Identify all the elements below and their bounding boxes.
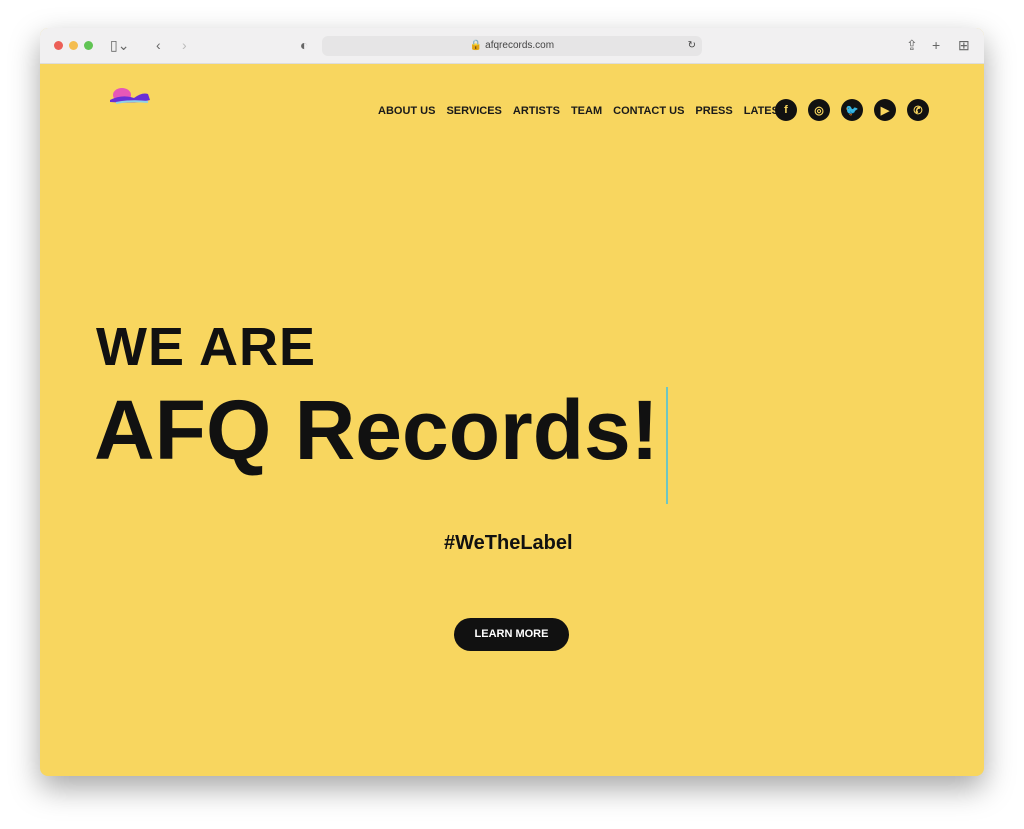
forward-icon[interactable]: › xyxy=(182,37,187,53)
instagram-icon[interactable]: ◎ xyxy=(808,99,830,121)
social-links: f ◎ 🐦 ▶ ✆ xyxy=(775,99,929,121)
reload-icon[interactable]: ↻ xyxy=(688,36,696,56)
address-bar[interactable]: 🔒 afqrecords.com ↻ xyxy=(322,36,702,56)
hero-tagline: #WeTheLabel xyxy=(444,532,573,554)
nav-services[interactable]: SERVICES xyxy=(446,105,501,117)
learn-more-button[interactable]: LEARN MORE xyxy=(454,618,569,651)
facebook-icon[interactable]: f xyxy=(775,99,797,121)
nav-artists[interactable]: ARTISTS xyxy=(513,105,560,117)
maximize-button[interactable] xyxy=(84,41,93,50)
hero-line-1: WE ARE xyxy=(96,317,316,377)
logo[interactable] xyxy=(106,86,152,108)
url-text: afqrecords.com xyxy=(485,40,555,51)
shield-icon[interactable]: ◐ xyxy=(300,37,308,53)
main-nav: ABOUT US SERVICES ARTISTS TEAM CONTACT U… xyxy=(378,105,786,117)
back-icon[interactable]: ‹ xyxy=(156,37,161,53)
hero-title: AFQ Records! xyxy=(94,383,659,477)
tab-overview-icon[interactable]: ⊞ xyxy=(958,37,970,54)
nav-about-us[interactable]: ABOUT US xyxy=(378,105,435,117)
nav-press[interactable]: PRESS xyxy=(695,105,732,117)
browser-toolbar: ▯⌄ ‹ › ◐ 🔒 afqrecords.com ↻ ⇪ + ⊞ xyxy=(40,28,984,64)
nav-contact-us[interactable]: CONTACT US xyxy=(613,105,684,117)
twitter-icon[interactable]: 🐦 xyxy=(841,99,863,121)
nav-team[interactable]: TEAM xyxy=(571,105,602,117)
share-icon[interactable]: ⇪ xyxy=(906,37,918,54)
page: ABOUT US SERVICES ARTISTS TEAM CONTACT U… xyxy=(40,64,984,776)
minimize-button[interactable] xyxy=(69,41,78,50)
browser-window: ▯⌄ ‹ › ◐ 🔒 afqrecords.com ↻ ⇪ + ⊞ ABOUT U… xyxy=(40,28,984,776)
phone-icon[interactable]: ✆ xyxy=(907,99,929,121)
typing-cursor xyxy=(666,387,668,504)
sidebar-icon[interactable]: ▯⌄ xyxy=(110,37,129,54)
youtube-icon[interactable]: ▶ xyxy=(874,99,896,121)
close-button[interactable] xyxy=(54,41,63,50)
new-tab-icon[interactable]: + xyxy=(932,37,940,53)
